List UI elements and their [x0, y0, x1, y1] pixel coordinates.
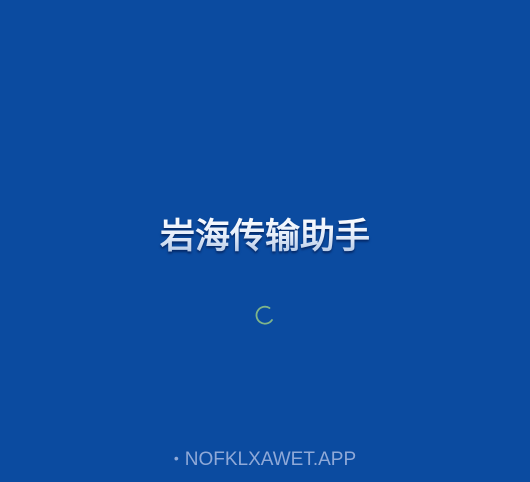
app-title: 岩海传输助手 [0, 213, 530, 261]
domain-label: NOFKLXAWET.APP [184, 449, 357, 470]
footer-domain: • NOFKLXAWET.APP [0, 448, 530, 472]
splash-screen: 岩海传输助手 • NOFKLXAWET.APP [0, 0, 530, 482]
loading-spinner-icon [255, 305, 273, 325]
bullet-icon: • [173, 450, 179, 466]
